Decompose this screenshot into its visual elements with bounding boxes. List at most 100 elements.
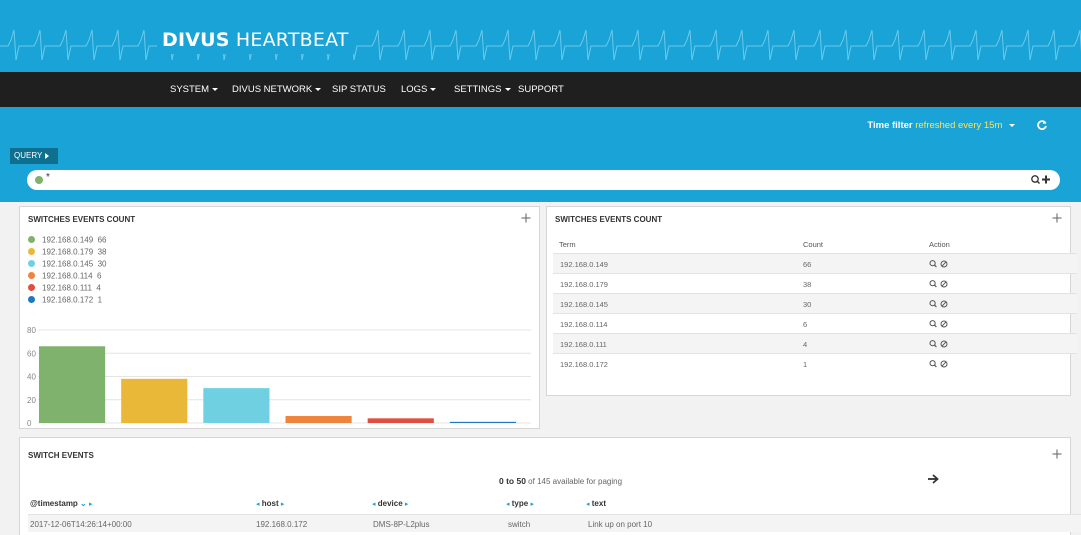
- query-toggle-button[interactable]: QUERY: [10, 148, 58, 164]
- legend-item[interactable]: 192.168.0.145 30: [28, 259, 107, 271]
- move-left-icon[interactable]: ◂: [586, 501, 590, 508]
- move-icon[interactable]: [521, 213, 531, 223]
- legend-item[interactable]: 192.168.0.172 1: [28, 295, 102, 307]
- sort-desc-icon[interactable]: ⌄: [80, 499, 87, 508]
- nav-support[interactable]: SUPPORT: [518, 72, 564, 107]
- filter-search-icon[interactable]: [929, 260, 937, 268]
- count-cell: 38: [803, 280, 812, 289]
- bar[interactable]: [121, 378, 188, 423]
- bar[interactable]: [39, 346, 106, 423]
- column-header-host[interactable]: ◂ host ▸: [256, 499, 284, 508]
- query-input[interactable]: *: [27, 170, 1060, 190]
- move-right-icon[interactable]: ▸: [89, 501, 93, 508]
- filter-search-icon[interactable]: [929, 280, 937, 288]
- action-icons[interactable]: [929, 299, 951, 309]
- bar[interactable]: [285, 416, 352, 423]
- nav-divus-network[interactable]: DIVUS NETWORK: [232, 72, 322, 107]
- exclude-icon[interactable]: [940, 340, 948, 348]
- table-row[interactable]: 192.168.0.114 6: [553, 313, 1077, 333]
- legend-label: 192.168.0.179 38: [42, 247, 107, 257]
- filter-search-icon[interactable]: [929, 340, 937, 348]
- query-text: *: [46, 172, 50, 183]
- nav-settings[interactable]: SETTINGS: [454, 72, 511, 107]
- time-filter[interactable]: Time filter refreshed every 15m: [867, 120, 1015, 131]
- refresh-icon[interactable]: [1036, 119, 1048, 131]
- table-row[interactable]: 192.168.0.111 4: [553, 333, 1077, 353]
- move-left-icon[interactable]: ◂: [372, 501, 376, 508]
- table-row[interactable]: 192.168.0.179 38: [553, 273, 1077, 293]
- action-icons[interactable]: [929, 339, 951, 349]
- bar[interactable]: [203, 388, 270, 423]
- term-cell: 192.168.0.111: [560, 340, 607, 349]
- column-header-term: Term: [559, 240, 576, 249]
- filter-search-icon[interactable]: [929, 320, 937, 328]
- count-cell: 4: [803, 340, 808, 349]
- move-right-icon[interactable]: ▸: [281, 501, 285, 508]
- nav-sip-status[interactable]: SIP STATUS: [332, 72, 386, 107]
- exclude-icon[interactable]: [940, 260, 948, 268]
- legend-color-dot: [28, 236, 35, 244]
- time-filter-value: refreshed every 15m: [915, 120, 1003, 131]
- move-left-icon[interactable]: ◂: [506, 501, 510, 508]
- nav-system[interactable]: SYSTEM: [170, 72, 219, 107]
- caret-down-icon: [430, 87, 437, 91]
- event-device: DMS-8P-L2plus: [373, 520, 430, 529]
- move-icon[interactable]: [1052, 213, 1062, 223]
- count-cell: 30: [803, 300, 812, 309]
- move-icon[interactable]: [1052, 449, 1062, 459]
- column-header-device[interactable]: ◂ device ▸: [372, 499, 408, 508]
- column-header-type[interactable]: ◂ type ▸: [506, 499, 534, 508]
- exclude-icon[interactable]: [940, 320, 948, 328]
- column-text-label: text: [591, 499, 606, 508]
- move-right-icon[interactable]: ▸: [405, 501, 409, 508]
- legend-item[interactable]: 192.168.0.111 4: [28, 283, 101, 295]
- event-type: switch: [508, 520, 531, 529]
- bar[interactable]: [367, 418, 434, 423]
- arrow-right-icon[interactable]: [927, 474, 939, 484]
- y-tick-label: 80: [27, 326, 36, 335]
- action-icons[interactable]: [929, 319, 951, 329]
- caret-down-icon: [212, 87, 219, 91]
- table-row[interactable]: 192.168.0.172 1: [553, 353, 1077, 373]
- search-icon: [1031, 175, 1041, 185]
- legend-item[interactable]: 192.168.0.179 38: [28, 247, 107, 259]
- action-icons[interactable]: [929, 259, 951, 269]
- add-query-icon: [1042, 175, 1050, 184]
- query-color-dot[interactable]: [35, 176, 43, 184]
- y-tick-label: 0: [27, 419, 32, 428]
- table-row[interactable]: 2017-12-06T14:26:14+00:00 192.168.0.172 …: [28, 514, 1081, 532]
- exclude-icon[interactable]: [940, 360, 948, 368]
- nav-divus-network-label: DIVUS NETWORK: [232, 84, 313, 95]
- search-add-icons[interactable]: [1030, 173, 1052, 187]
- legend-color-dot: [28, 248, 35, 256]
- legend-label: 192.168.0.172 1: [42, 295, 103, 305]
- column-header-timestamp[interactable]: @timestamp ⌄ ▸: [30, 499, 93, 508]
- legend-item[interactable]: 192.168.0.149 66: [28, 235, 107, 247]
- action-icons[interactable]: [929, 359, 951, 369]
- app-logo[interactable]: DIVUS HEARTBEAT: [157, 26, 354, 54]
- events-panel-title: SWITCH EVENTS: [28, 451, 94, 460]
- legend-label: 192.168.0.114 6: [42, 271, 102, 281]
- caret-down-icon: [504, 87, 511, 91]
- legend-item[interactable]: 192.168.0.114 6: [28, 271, 101, 283]
- count-cell: 6: [803, 320, 808, 329]
- legend-color-dot: [28, 272, 35, 280]
- exclude-icon[interactable]: [940, 280, 948, 288]
- bar[interactable]: [449, 421, 516, 423]
- table-row[interactable]: 192.168.0.145 30: [553, 293, 1077, 313]
- brand-light: HEARTBEAT: [235, 29, 349, 51]
- nav-system-label: SYSTEM: [170, 84, 210, 95]
- nav-logs[interactable]: LOGS: [401, 72, 437, 107]
- legend-color-dot: [28, 296, 35, 304]
- column-header-text[interactable]: ◂ text: [586, 499, 606, 508]
- action-icons[interactable]: [929, 279, 951, 289]
- exclude-icon[interactable]: [940, 300, 948, 308]
- nav-support-label: SUPPORT: [518, 84, 564, 95]
- query-button-label: QUERY: [14, 151, 43, 160]
- filter-search-icon[interactable]: [929, 300, 937, 308]
- move-right-icon[interactable]: ▸: [530, 501, 534, 508]
- table-row[interactable]: 192.168.0.149 66: [553, 253, 1077, 273]
- filter-search-icon[interactable]: [929, 360, 937, 368]
- header-banner: DIVUS HEARTBEAT: [0, 0, 1081, 72]
- move-left-icon[interactable]: ◂: [256, 501, 260, 508]
